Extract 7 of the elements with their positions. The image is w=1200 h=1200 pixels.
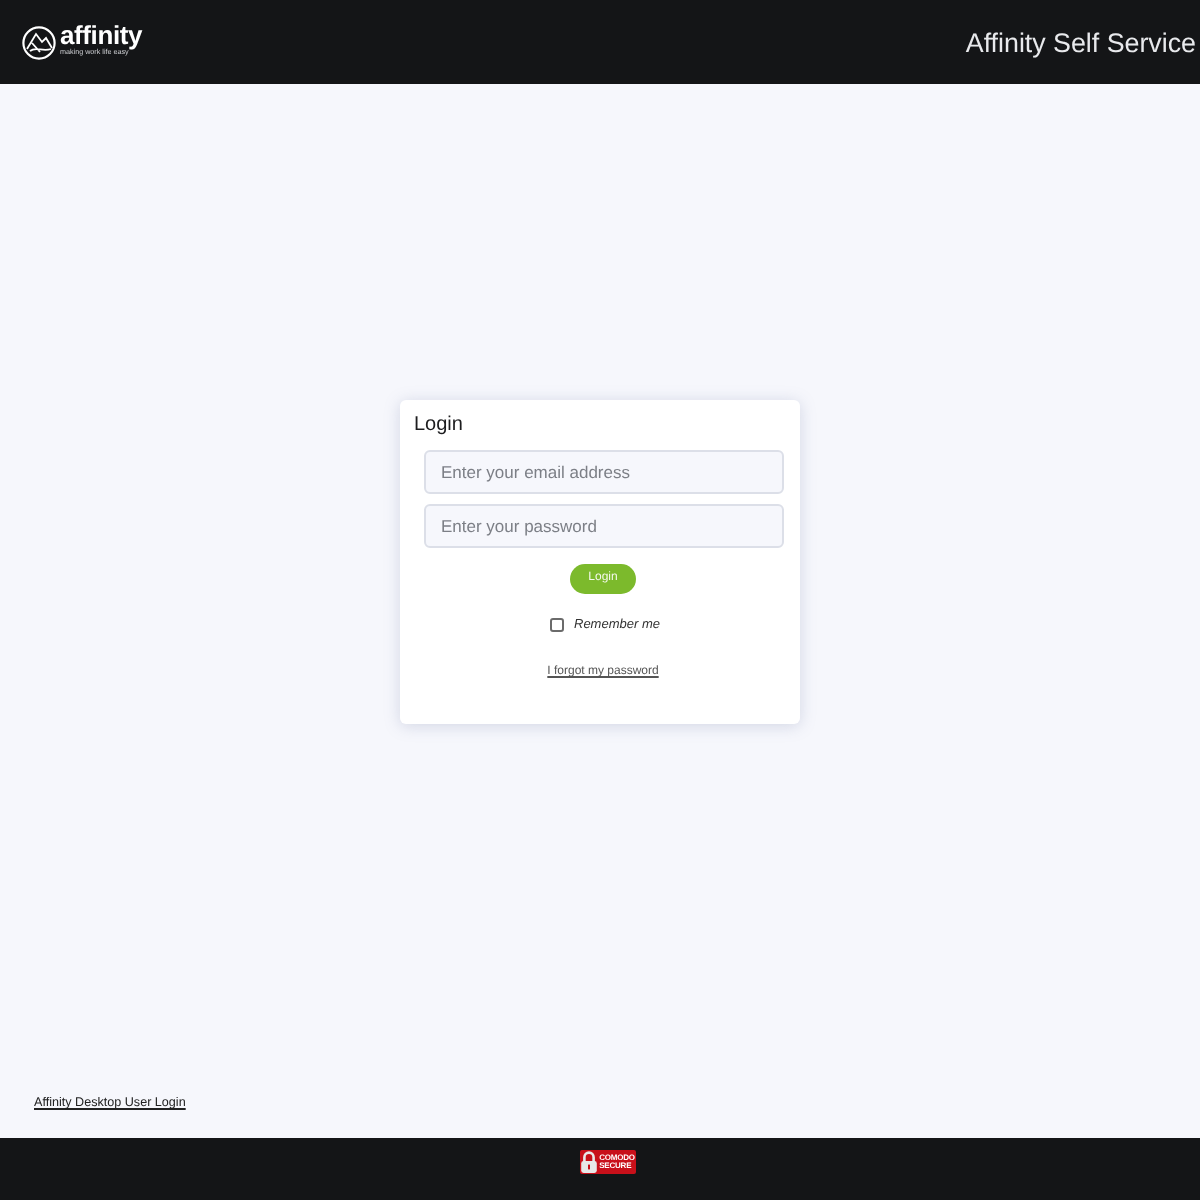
password-field[interactable]: Enter your password: [423, 504, 783, 548]
card-title: Login: [414, 414, 463, 438]
logo-mountain-icon: [22, 25, 56, 59]
remember-checkbox[interactable]: [550, 618, 564, 632]
email-field[interactable]: Enter your email address: [423, 450, 783, 494]
logo-wordmark: affinity: [60, 22, 143, 49]
site-title: Affinity Self Service: [965, 27, 1196, 57]
